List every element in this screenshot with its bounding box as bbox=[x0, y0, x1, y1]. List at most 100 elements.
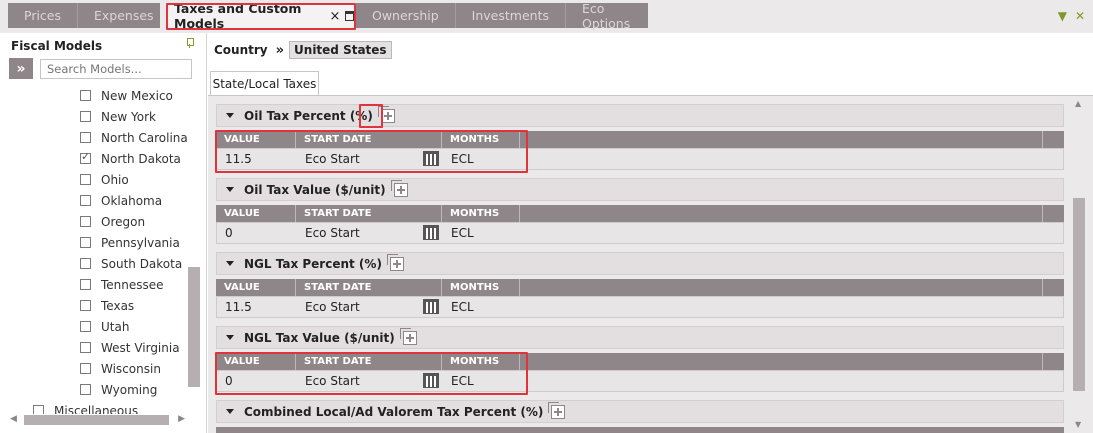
tab-group-left: Prices Expenses bbox=[8, 3, 160, 28]
section-oil-tax-percent[interactable]: Oil Tax Percent (%) bbox=[216, 104, 1064, 127]
breadcrumb-selected[interactable]: United States bbox=[289, 41, 392, 59]
tab-taxes-and-custom-models[interactable]: Taxes and Custom Models × bbox=[168, 1, 354, 31]
scrollbar-thumb[interactable] bbox=[188, 267, 200, 387]
checkbox[interactable] bbox=[80, 150, 91, 164]
list-item-state[interactable]: New York bbox=[80, 106, 188, 127]
list-item-state[interactable]: Wisconsin bbox=[80, 358, 188, 379]
expand-button[interactable]: » bbox=[9, 58, 33, 79]
section-combined-local-ad-valorem-tax-percent[interactable]: Combined Local/Ad Valorem Tax Percent (%… bbox=[216, 400, 1064, 423]
checkbox[interactable] bbox=[80, 342, 91, 353]
tab-label: Prices bbox=[24, 8, 62, 23]
cell-start-date[interactable]: Eco Start bbox=[297, 297, 443, 317]
list-item-state[interactable]: Utah bbox=[80, 316, 188, 337]
close-icon[interactable]: ✕ bbox=[1075, 9, 1085, 23]
list-item-state[interactable]: North Carolina bbox=[80, 127, 188, 148]
checkbox[interactable] bbox=[80, 279, 91, 290]
cell-start-date[interactable]: Eco Start bbox=[297, 223, 443, 243]
checkbox[interactable] bbox=[80, 384, 91, 395]
collapse-icon[interactable] bbox=[226, 335, 234, 340]
tab-eco-options[interactable]: Eco Options bbox=[566, 1, 648, 31]
add-row-icon[interactable] bbox=[548, 401, 566, 419]
table-row[interactable]: 11.5 Eco Start ECL bbox=[216, 296, 1064, 318]
left-horizontal-scrollbar[interactable]: ◀ ▶ bbox=[10, 413, 185, 427]
list-item-state[interactable]: North Dakota bbox=[80, 148, 188, 169]
list-item-state[interactable]: Texas bbox=[80, 295, 188, 316]
scrollbar-thumb[interactable] bbox=[24, 415, 169, 425]
list-item-label: Texas bbox=[101, 298, 135, 313]
list-item-state[interactable]: Oklahoma bbox=[80, 190, 188, 211]
breadcrumb-country[interactable]: Country bbox=[214, 43, 268, 57]
collapse-icon[interactable] bbox=[226, 409, 234, 414]
checkbox[interactable] bbox=[80, 111, 91, 122]
checkbox[interactable] bbox=[80, 258, 91, 269]
cell-value[interactable]: 11.5 bbox=[217, 149, 297, 169]
section-ngl-tax-value[interactable]: NGL Tax Value ($/unit) bbox=[216, 326, 1064, 349]
collapse-icon[interactable] bbox=[226, 261, 234, 266]
tab-ownership[interactable]: Ownership bbox=[356, 3, 456, 28]
cell-value[interactable]: 11.5 bbox=[217, 297, 297, 317]
cell-months[interactable]: ECL bbox=[443, 223, 521, 243]
tab-prices[interactable]: Prices bbox=[8, 3, 79, 28]
checkbox[interactable] bbox=[80, 174, 91, 185]
close-icon[interactable]: × bbox=[330, 9, 341, 24]
calendar-icon[interactable] bbox=[423, 372, 439, 388]
collapse-icon[interactable] bbox=[226, 187, 234, 192]
add-row-icon[interactable] bbox=[377, 105, 395, 123]
column-header-months: MONTHS bbox=[442, 205, 520, 222]
scroll-up-icon[interactable]: ▲ bbox=[1075, 99, 1081, 108]
scrollbar-thumb[interactable] bbox=[1073, 198, 1085, 391]
cell-start-date[interactable]: Eco Start bbox=[297, 149, 443, 169]
calendar-icon[interactable] bbox=[423, 224, 439, 240]
column-header-start-date: START DATE bbox=[296, 205, 442, 222]
column-header-value: VALUE bbox=[216, 279, 296, 296]
table-row[interactable]: 11.5 Eco Start ECL bbox=[216, 148, 1064, 170]
table-row[interactable]: 0 Eco Start ECL bbox=[216, 370, 1064, 392]
pin-icon[interactable] bbox=[186, 38, 194, 48]
calendar-icon[interactable] bbox=[423, 298, 439, 314]
checkbox[interactable] bbox=[80, 216, 91, 227]
list-item-state[interactable]: South Dakota bbox=[80, 253, 188, 274]
scroll-down-icon[interactable]: ▼ bbox=[1075, 420, 1081, 429]
add-row-icon[interactable] bbox=[399, 327, 417, 345]
scroll-left-icon[interactable]: ◀ bbox=[10, 414, 17, 424]
maximize-icon[interactable] bbox=[345, 11, 354, 21]
list-item-label: Wisconsin bbox=[101, 361, 161, 376]
checkbox[interactable] bbox=[80, 237, 91, 248]
calendar-icon[interactable] bbox=[423, 150, 439, 166]
checkbox[interactable] bbox=[80, 321, 91, 332]
add-row-icon[interactable] bbox=[386, 253, 404, 271]
section-oil-tax-value[interactable]: Oil Tax Value ($/unit) bbox=[216, 178, 1064, 201]
list-item-state[interactable]: New Mexico bbox=[80, 85, 188, 106]
section-ngl-tax-percent[interactable]: NGL Tax Percent (%) bbox=[216, 252, 1064, 275]
cell-value[interactable]: 0 bbox=[217, 223, 297, 243]
list-item-state[interactable]: Pennsylvania bbox=[80, 232, 188, 253]
table-row[interactable]: 0 Eco Start ECL bbox=[216, 222, 1064, 244]
cell-months[interactable]: ECL bbox=[443, 149, 521, 169]
collapse-icon[interactable] bbox=[226, 113, 234, 118]
section-title: NGL Tax Percent (%) bbox=[244, 256, 382, 271]
search-models-input[interactable] bbox=[40, 59, 192, 79]
tab-investments[interactable]: Investments bbox=[456, 3, 566, 28]
list-item-state[interactable]: Ohio bbox=[80, 169, 188, 190]
add-row-icon[interactable] bbox=[390, 179, 408, 197]
grid-header-partial bbox=[216, 427, 1064, 433]
cell-value[interactable]: 0 bbox=[217, 371, 297, 391]
checkbox[interactable] bbox=[80, 300, 91, 311]
checkbox[interactable] bbox=[80, 363, 91, 374]
list-item-state[interactable]: West Virginia bbox=[80, 337, 188, 358]
scroll-right-icon[interactable]: ▶ bbox=[178, 414, 185, 424]
checkbox[interactable] bbox=[80, 132, 91, 143]
left-vertical-scrollbar[interactable] bbox=[187, 85, 201, 393]
tab-state-local-taxes[interactable]: State/Local Taxes bbox=[210, 71, 319, 96]
checkbox[interactable] bbox=[80, 90, 91, 101]
right-vertical-scrollbar[interactable]: ▲ ▼ bbox=[1072, 95, 1086, 433]
cell-months[interactable]: ECL bbox=[443, 371, 521, 391]
list-item-state[interactable]: Oregon bbox=[80, 211, 188, 232]
list-item-state[interactable]: Tennessee bbox=[80, 274, 188, 295]
tab-expenses[interactable]: Expenses bbox=[78, 3, 170, 28]
cell-months[interactable]: ECL bbox=[443, 297, 521, 317]
checkbox[interactable] bbox=[80, 195, 91, 206]
list-item-state[interactable]: Wyoming bbox=[80, 379, 188, 400]
dropdown-icon[interactable]: ▼ bbox=[1058, 9, 1067, 23]
cell-start-date[interactable]: Eco Start bbox=[297, 371, 443, 391]
